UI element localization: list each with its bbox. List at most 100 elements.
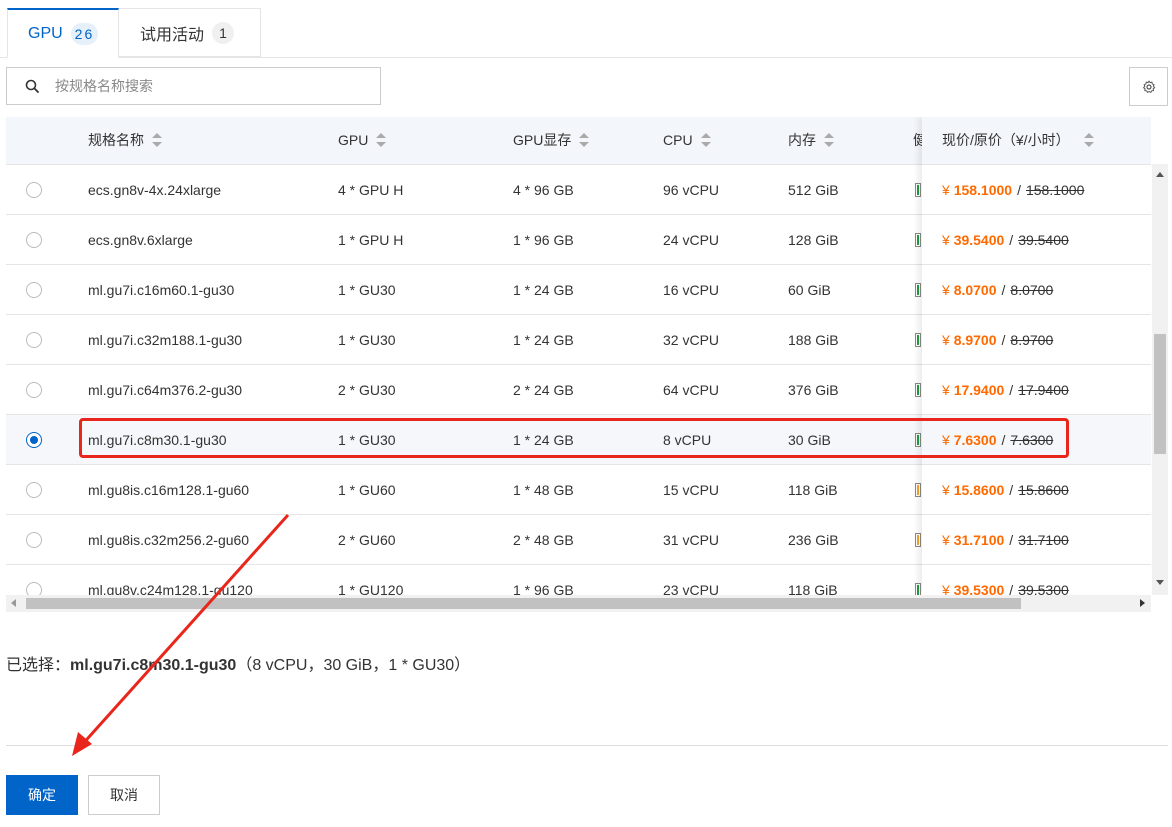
row-radio[interactable] [26,332,42,348]
horizontal-scroll-thumb[interactable] [26,598,1021,609]
price-separator: / [1009,232,1014,248]
price-separator: / [1009,532,1014,548]
gear-icon [1142,79,1155,93]
price-original: 158.1000 [1025,182,1085,198]
currency-symbol: ¥ [942,182,950,198]
currency-symbol: ¥ [942,532,950,548]
selection-name: ml.gu7i.c8m30.1-gu30 [70,657,237,674]
price-original: 15.8600 [1018,482,1069,498]
sort-icon[interactable] [376,133,387,148]
sort-icon[interactable] [824,133,834,148]
price-original: 39.5400 [1018,232,1069,248]
price-original: 8.0700 [1010,282,1054,298]
price-now: 8.0700 [953,282,997,298]
tab-gpu-label: GPU [28,24,63,42]
settings-button[interactable] [1129,67,1168,106]
price-separator: / [1001,432,1006,448]
status-bar-icon [915,483,921,497]
cell-gpu-mem: 4 * 96 GB [513,182,574,198]
sort-icon[interactable] [579,133,590,148]
cell-gpu-mem: 1 * 96 GB [513,232,574,248]
tab-bar: GPU 26 试用活动 1 [0,8,1172,58]
cell-gpu: 1 * GPU H [338,232,404,248]
cell-spec: ml.gu8is.c16m128.1-gu60 [88,482,250,498]
price-separator: / [1017,182,1021,198]
sort-icon[interactable] [152,133,162,148]
row-radio[interactable] [26,432,42,448]
price-cell: ¥ 7.6300/7.6300 [922,415,1151,465]
price-cell: ¥ 8.9700/8.9700 [922,315,1151,365]
col-header-gpu-label: GPU [338,132,369,148]
row-radio[interactable] [26,382,42,398]
col-header-gpu-mem[interactable]: GPU显存 [513,117,590,164]
tab-gpu[interactable]: GPU 26 [7,8,119,58]
price-cell: ¥ 39.5400/39.5400 [922,215,1151,265]
vertical-scroll-thumb[interactable] [1154,334,1166,454]
status-bar-icon [915,533,921,547]
price-now: 17.9400 [953,382,1005,398]
tab-trial-label: 试用活动 [140,26,205,44]
confirm-button[interactable]: 确定 [6,775,78,815]
vertical-scrollbar[interactable] [1152,164,1168,595]
scroll-down-arrow-icon[interactable] [1156,580,1164,585]
cell-gpu-mem: 1 * 24 GB [513,332,574,348]
selection-summary: 已选择：ml.gu7i.c8m30.1-gu30（8 vCPU，30 GiB，1… [6,651,470,675]
row-radio[interactable] [26,182,42,198]
cancel-button[interactable]: 取消 [88,775,160,815]
price-now: 15.8600 [953,482,1005,498]
cell-spec: ecs.gn8v-4x.24xlarge [88,182,222,198]
col-header-price[interactable]: 现价/原价（¥/小时） [922,117,1151,165]
cell-gpu-mem: 2 * 48 GB [513,532,574,548]
cell-spec: ml.gu7i.c32m188.1-gu30 [88,332,243,348]
search-box [6,67,381,105]
cell-memory: 30 GiB [788,432,831,448]
cell-gpu: 2 * GU30 [338,382,396,398]
tab-trial[interactable]: 试用活动 1 [119,8,261,57]
price-column: 现价/原价（¥/小时） ¥ 158.1000/158.1000 ¥ 39.5400… [922,117,1151,598]
price-cell: ¥ 8.0700/8.0700 [922,265,1151,315]
row-radio[interactable] [26,282,42,298]
scroll-left-arrow-icon[interactable] [11,599,16,607]
col-header-gpu[interactable]: GPU [338,117,387,164]
cell-gpu-mem: 1 * 24 GB [513,282,574,298]
col-header-spec[interactable]: 规格名称 [88,117,162,164]
row-radio[interactable] [26,482,42,498]
price-separator: / [1009,482,1014,498]
cell-memory: 512 GiB [788,182,839,198]
col-header-cpu[interactable]: CPU [663,117,711,164]
cell-gpu: 2 * GU60 [338,532,396,548]
horizontal-scrollbar[interactable] [6,595,1151,612]
row-radio[interactable] [26,232,42,248]
cell-cpu: 96 vCPU [663,182,720,198]
tab-trial-count-badge: 1 [212,21,235,44]
search-input[interactable] [53,77,357,95]
divider [6,745,1168,746]
scroll-up-arrow-icon[interactable] [1156,172,1164,177]
currency-symbol: ¥ [942,382,950,398]
cell-cpu: 8 vCPU [663,432,712,448]
col-header-memory-label: 内存 [788,132,816,148]
price-cell: ¥ 17.9400/17.9400 [922,365,1151,415]
cell-spec: ecs.gn8v.6xlarge [88,232,193,248]
scroll-right-arrow-icon[interactable] [1140,599,1145,607]
col-header-memory[interactable]: 内存 [788,117,834,164]
cell-gpu: 1 * GU60 [338,482,396,498]
status-bar-icon [915,383,921,397]
sort-icon[interactable] [1083,133,1094,148]
row-radio[interactable] [26,532,42,548]
price-original: 8.9700 [1010,332,1054,348]
price-cell: ¥ 31.7100/31.7100 [922,515,1151,565]
cell-gpu: 1 * GU30 [338,432,396,448]
cell-cpu: 15 vCPU [663,482,720,498]
cell-cpu: 64 vCPU [663,382,720,398]
col-header-hidden: 健 [913,132,922,148]
cell-cpu: 24 vCPU [663,232,720,248]
cell-gpu-mem: 2 * 24 GB [513,382,574,398]
cell-cpu: 32 vCPU [663,332,720,348]
price-original: 17.9400 [1018,382,1069,398]
sort-icon[interactable] [700,133,711,148]
cell-gpu-mem: 1 * 48 GB [513,482,574,498]
search-icon [25,79,39,93]
spec-table: 规格名称 GPU GPU显存 CPU 内存 健 ecs.gn8v-4x.24xl… [6,117,1168,612]
cell-memory: 188 GiB [788,332,839,348]
